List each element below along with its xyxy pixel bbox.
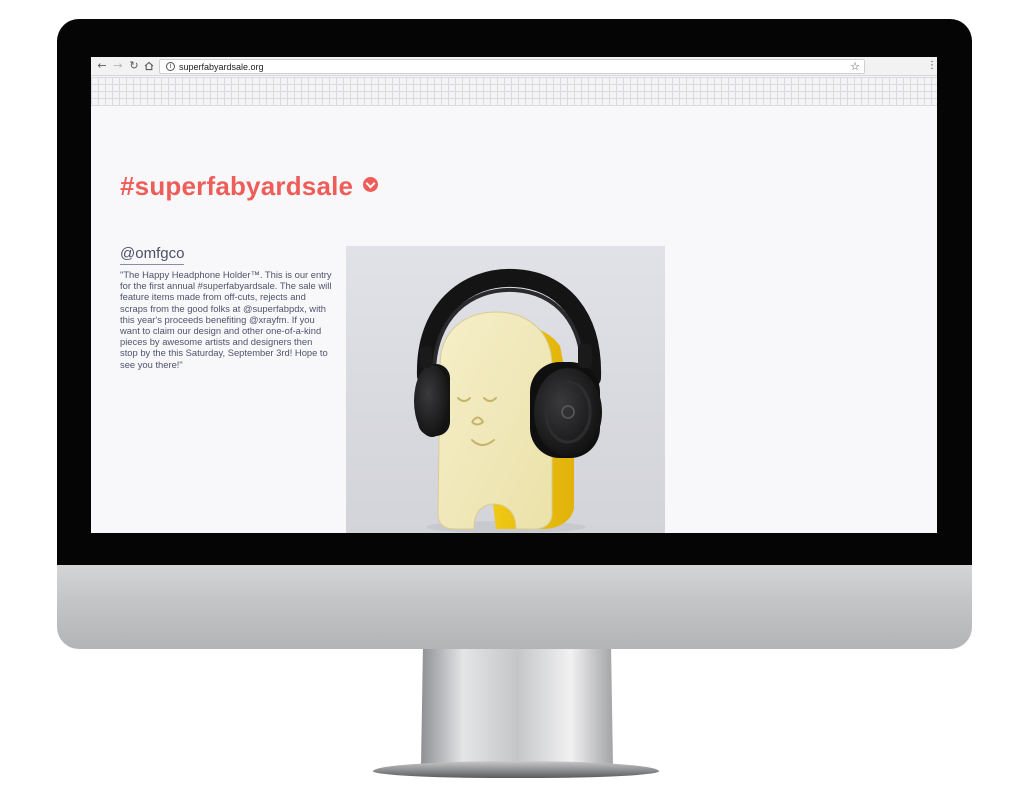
monitor-stand-base xyxy=(373,761,659,778)
monitor-chin xyxy=(57,565,972,649)
address-bar[interactable]: i superfabyardsale.org ☆ xyxy=(159,59,865,74)
chevron-down-circle-icon[interactable] xyxy=(363,177,378,192)
reload-icon: ↻ xyxy=(129,59,139,72)
arrow-right-icon: → xyxy=(113,59,123,72)
post-caption: "The Happy Headphone Holder™. This is ou… xyxy=(120,269,332,370)
post-handle-link[interactable]: @omfgco xyxy=(120,245,185,265)
info-icon[interactable]: i xyxy=(166,62,175,71)
page-title: #superfabyardsale xyxy=(120,171,354,201)
reload-button[interactable]: ↻ xyxy=(127,59,141,73)
url-text: superfabyardsale.org xyxy=(179,62,264,72)
kebab-menu-icon[interactable]: ⋮ xyxy=(927,59,937,73)
browser-toolbar: ← → ↻ i superfabyardsale.org ☆ ⋮ xyxy=(91,57,937,76)
back-button[interactable]: ← xyxy=(95,59,109,73)
home-button[interactable] xyxy=(142,59,156,73)
forward-button[interactable]: → xyxy=(111,59,125,73)
headphone-holder-image xyxy=(414,268,602,533)
browser-window: ← → ↻ i superfabyardsale.org ☆ ⋮ #superf… xyxy=(91,57,937,533)
home-icon xyxy=(144,61,154,71)
grid-banner xyxy=(91,77,937,106)
arrow-left-icon: ← xyxy=(97,59,107,72)
monitor-stand-neck xyxy=(421,649,613,767)
post-photo[interactable] xyxy=(346,246,665,533)
star-icon[interactable]: ☆ xyxy=(850,60,860,73)
